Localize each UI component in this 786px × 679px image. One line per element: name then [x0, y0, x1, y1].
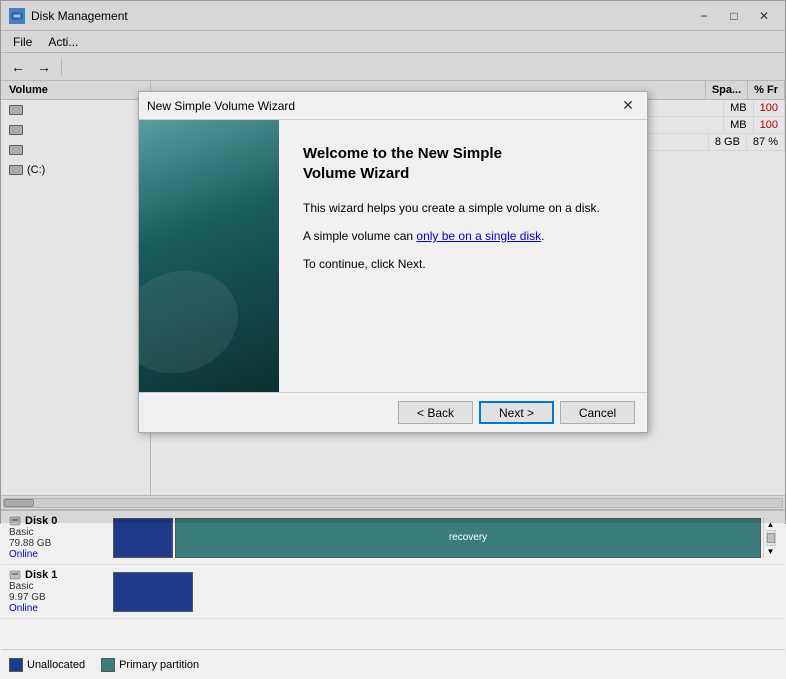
modal-close-button[interactable]: ✕: [617, 96, 639, 116]
wizard-modal: New Simple Volume Wizard ✕ Welcome to th…: [138, 91, 648, 433]
disk-1-bars: [113, 569, 777, 614]
disk-1-sub: Basic: [9, 581, 109, 592]
modal-body: Welcome to the New SimpleVolume Wizard T…: [139, 120, 647, 392]
legend-primary-label: Primary partition: [119, 659, 199, 671]
modal-sidebar-graphic: [139, 120, 279, 392]
disk-1-label: Disk 1 Basic 9.97 GB Online: [9, 569, 109, 614]
modal-content-area: Welcome to the New SimpleVolume Wizard T…: [279, 120, 647, 392]
legend-primary-box: [101, 658, 115, 672]
modal-para-3: To continue, click Next.: [303, 255, 623, 273]
legend-primary: Primary partition: [101, 658, 199, 672]
disk-drive-icon-1: [9, 569, 21, 581]
v-scroll-thumb: [767, 533, 775, 543]
para2-prefix: A simple volume can: [303, 229, 416, 243]
disk-0-size: 79.88 GB: [9, 538, 109, 549]
next-button[interactable]: Next >: [479, 401, 554, 424]
disk-1-status: Online: [9, 603, 109, 614]
modal-title: New Simple Volume Wizard: [147, 99, 617, 113]
modal-footer: < Back Next > Cancel: [139, 392, 647, 432]
legend-unallocated-label: Unallocated: [27, 659, 85, 671]
para2-suffix: .: [541, 229, 544, 243]
modal-spacer: [303, 283, 623, 376]
disk-1-size: 9.97 GB: [9, 592, 109, 603]
modal-para-2: A simple volume can only be on a single …: [303, 227, 623, 245]
disk-0-status: Online: [9, 549, 109, 560]
sidebar-decoration: [139, 254, 252, 389]
cancel-button[interactable]: Cancel: [560, 401, 635, 424]
modal-heading: Welcome to the New SimpleVolume Wizard: [303, 144, 623, 183]
disk-0-sub: Basic: [9, 527, 109, 538]
para2-link: only be on a single disk: [416, 229, 541, 243]
scroll-down-btn[interactable]: ▼: [767, 547, 775, 556]
status-bar: Unallocated Primary partition: [1, 649, 785, 679]
modal-para-1: This wizard helps you create a simple vo…: [303, 199, 623, 217]
disk-view: Disk 0 Basic 79.88 GB Online recovery ▲ …: [1, 509, 785, 649]
modal-title-bar: New Simple Volume Wizard ✕: [139, 92, 647, 120]
disk-row-1: Disk 1 Basic 9.97 GB Online: [1, 565, 785, 619]
disk-1-title: Disk 1: [25, 569, 57, 581]
legend-unallocated: Unallocated: [9, 658, 85, 672]
main-window: Disk Management − □ ✕ File Acti... ← → V…: [0, 0, 786, 524]
legend-unallocated-box: [9, 658, 23, 672]
modal-overlay: New Simple Volume Wizard ✕ Welcome to th…: [1, 1, 785, 523]
v-scroll-track[interactable]: [766, 530, 776, 546]
back-button[interactable]: < Back: [398, 401, 473, 424]
disk-1-bar-unallocated: [113, 572, 193, 612]
